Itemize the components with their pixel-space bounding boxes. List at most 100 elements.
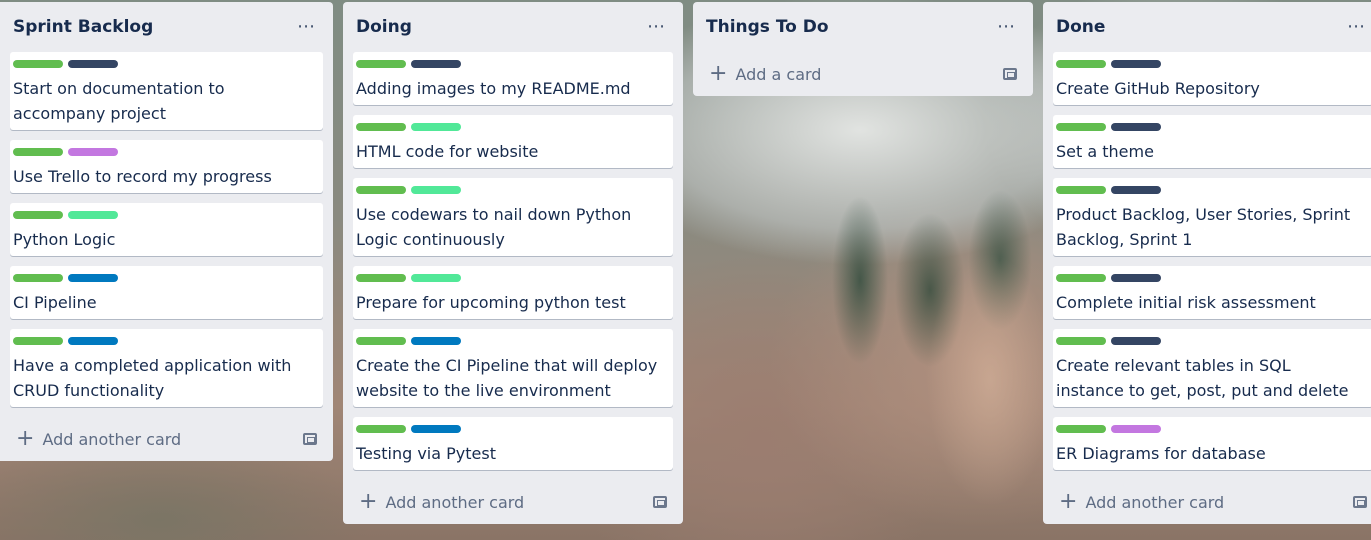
- card-labels: [1056, 123, 1363, 131]
- card[interactable]: Testing via Pytest: [353, 417, 673, 470]
- card-title: Use Trello to record my progress: [13, 167, 272, 186]
- card-labels: [356, 123, 663, 131]
- add-card-button[interactable]: + Add another card: [1059, 491, 1224, 513]
- label-green[interactable]: [1056, 60, 1106, 68]
- list-title[interactable]: Sprint Backlog: [13, 17, 153, 37]
- label-blue[interactable]: [68, 337, 118, 345]
- more-options-icon[interactable]: ⋯: [293, 18, 320, 36]
- label-green[interactable]: [356, 337, 406, 345]
- label-green[interactable]: [356, 123, 406, 131]
- card[interactable]: Complete initial risk assessment: [1053, 266, 1371, 319]
- list-title[interactable]: Done: [1056, 17, 1105, 37]
- more-options-icon[interactable]: ⋯: [993, 18, 1020, 36]
- label-green[interactable]: [356, 60, 406, 68]
- label-green[interactable]: [1056, 123, 1106, 131]
- card-title: HTML code for website: [356, 142, 539, 161]
- add-card-composer: + Add a card: [703, 52, 1023, 96]
- card-title: Product Backlog, User Stories, Sprint Ba…: [1056, 205, 1351, 249]
- label-purple[interactable]: [68, 148, 118, 156]
- label-navy[interactable]: [411, 60, 461, 68]
- card[interactable]: Have a completed application with CRUD f…: [10, 329, 323, 407]
- add-card-composer: + Add another card: [353, 480, 673, 524]
- card-labels: [13, 337, 313, 345]
- add-card-button[interactable]: + Add another card: [359, 491, 524, 513]
- card[interactable]: Prepare for upcoming python test: [353, 266, 673, 319]
- card-labels: [356, 337, 663, 345]
- label-green[interactable]: [1056, 337, 1106, 345]
- card-labels: [1056, 274, 1363, 282]
- board: Sprint Backlog ⋯ Start on documentation to…: [0, 0, 1371, 540]
- card-labels: [356, 274, 663, 282]
- list-sprint-backlog: Sprint Backlog ⋯ Start on documentation to…: [0, 2, 333, 461]
- label-green[interactable]: [1056, 186, 1106, 194]
- label-blue[interactable]: [68, 274, 118, 282]
- card-title: Testing via Pytest: [356, 444, 496, 463]
- card[interactable]: Use codewars to nail down Python Logic c…: [353, 178, 673, 256]
- card[interactable]: HTML code for website: [353, 115, 673, 168]
- label-green[interactable]: [356, 425, 406, 433]
- card-template-icon[interactable]: [303, 433, 317, 445]
- card-template-icon[interactable]: [653, 496, 667, 508]
- label-navy[interactable]: [1111, 274, 1161, 282]
- card-title: Adding images to my README.md: [356, 79, 631, 98]
- card-title: Complete initial risk assessment: [1056, 293, 1316, 312]
- label-navy[interactable]: [1111, 337, 1161, 345]
- plus-icon: +: [709, 61, 728, 86]
- card-title: Create the CI Pipeline that will deploy …: [356, 356, 658, 400]
- card[interactable]: Create GitHub Repository: [1053, 52, 1371, 105]
- label-green[interactable]: [13, 211, 63, 219]
- card[interactable]: Adding images to my README.md: [353, 52, 673, 105]
- label-green[interactable]: [1056, 274, 1106, 282]
- label-mint[interactable]: [411, 274, 461, 282]
- label-navy[interactable]: [68, 60, 118, 68]
- label-green[interactable]: [13, 274, 63, 282]
- label-green[interactable]: [13, 60, 63, 68]
- label-navy[interactable]: [1111, 186, 1161, 194]
- add-card-button[interactable]: + Add a card: [709, 63, 821, 85]
- card[interactable]: ER Diagrams for database: [1053, 417, 1371, 470]
- label-green[interactable]: [1056, 425, 1106, 433]
- label-blue[interactable]: [411, 425, 461, 433]
- plus-icon: +: [1059, 489, 1078, 514]
- label-mint[interactable]: [411, 186, 461, 194]
- list-header: Sprint Backlog ⋯: [10, 2, 323, 52]
- card[interactable]: CI Pipeline: [10, 266, 323, 319]
- list-title[interactable]: Doing: [356, 17, 412, 37]
- label-blue[interactable]: [411, 337, 461, 345]
- label-green[interactable]: [13, 148, 63, 156]
- label-green[interactable]: [356, 186, 406, 194]
- card-template-icon[interactable]: [1353, 496, 1367, 508]
- label-green[interactable]: [356, 274, 406, 282]
- card[interactable]: Create the CI Pipeline that will deploy …: [353, 329, 673, 407]
- card[interactable]: Create relevant tables in SQL instance t…: [1053, 329, 1371, 407]
- label-purple[interactable]: [1111, 425, 1161, 433]
- plus-icon: +: [16, 426, 35, 451]
- label-navy[interactable]: [1111, 60, 1161, 68]
- card-labels: [1056, 186, 1363, 194]
- card-labels: [1056, 337, 1363, 345]
- list-header: Things To Do ⋯: [703, 2, 1023, 52]
- card-title: Use codewars to nail down Python Logic c…: [356, 205, 632, 249]
- card[interactable]: Set a theme: [1053, 115, 1371, 168]
- list-header: Done ⋯: [1053, 2, 1371, 52]
- card[interactable]: Product Backlog, User Stories, Sprint Ba…: [1053, 178, 1371, 256]
- label-green[interactable]: [13, 337, 63, 345]
- list-title[interactable]: Things To Do: [706, 17, 829, 37]
- card-title: Create GitHub Repository: [1056, 79, 1260, 98]
- card-title: Prepare for upcoming python test: [356, 293, 626, 312]
- add-card-composer: + Add another card: [10, 417, 323, 461]
- card[interactable]: Start on documentation to accompany proj…: [10, 52, 323, 130]
- more-options-icon[interactable]: ⋯: [1343, 18, 1370, 36]
- card-title: Have a completed application with CRUD f…: [13, 356, 292, 400]
- label-navy[interactable]: [1111, 123, 1161, 131]
- list-doing: Doing ⋯ Adding images to my README.md HTML …: [343, 2, 683, 524]
- card-template-icon[interactable]: [1003, 68, 1017, 80]
- more-options-icon[interactable]: ⋯: [643, 18, 670, 36]
- label-mint[interactable]: [68, 211, 118, 219]
- card-labels: [13, 211, 313, 219]
- card[interactable]: Python Logic: [10, 203, 323, 256]
- label-mint[interactable]: [411, 123, 461, 131]
- card[interactable]: Use Trello to record my progress: [10, 140, 323, 193]
- add-card-button[interactable]: + Add another card: [16, 428, 181, 450]
- add-card-label: Add another card: [385, 492, 525, 512]
